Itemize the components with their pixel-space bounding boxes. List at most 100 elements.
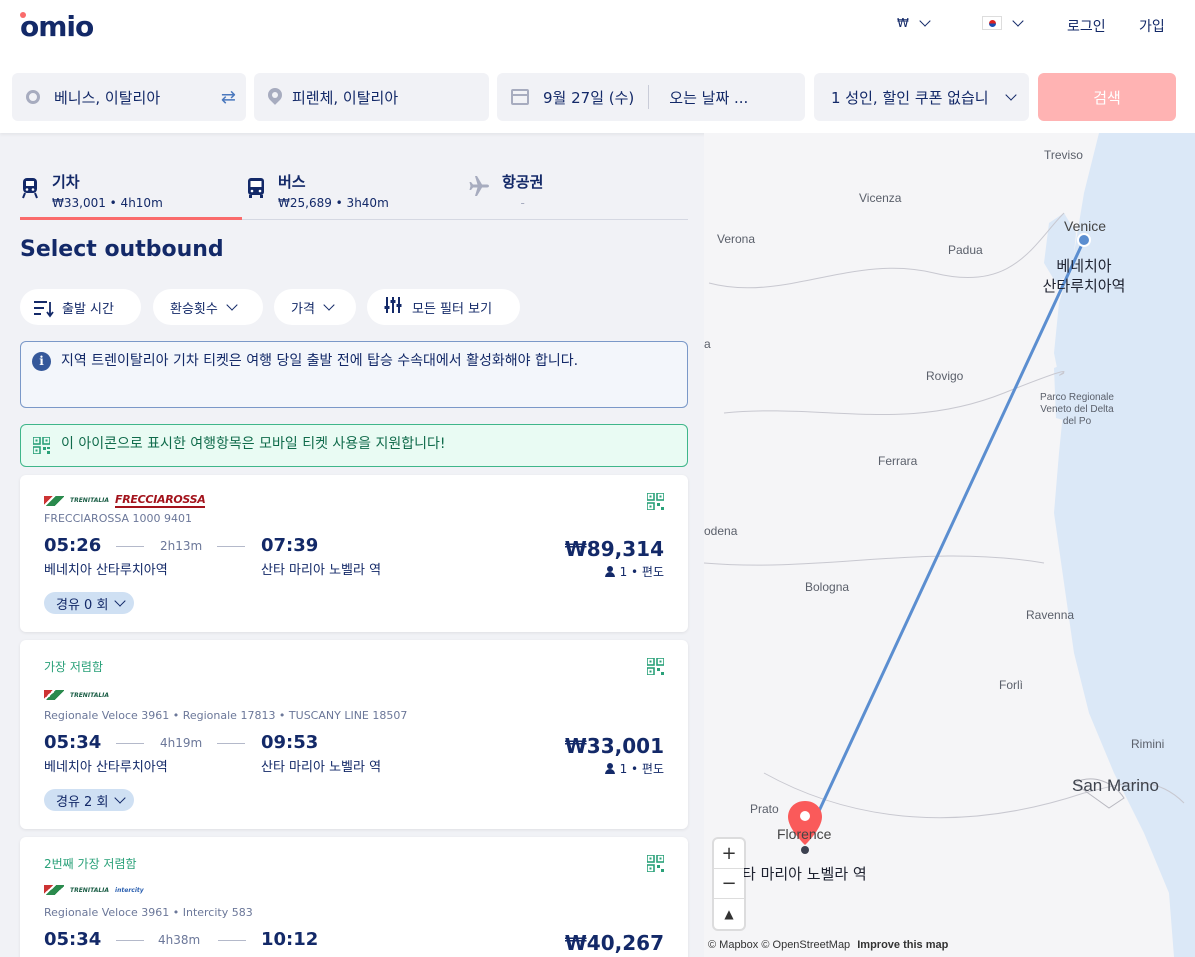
second-cheapest-tag: 2번째 가장 저렴함	[44, 857, 137, 871]
transfers-label: 환승횟수	[170, 301, 218, 317]
tab-train[interactable]: 기차 ₩33,001 • 4h10m	[20, 163, 242, 220]
departure-time-label: 출발 시간	[62, 301, 114, 317]
map-city-label: San Marino	[1072, 776, 1159, 795]
map-park-label: Parco Regionale Veneto del Delta del Po	[1040, 392, 1114, 427]
return-date[interactable]: 오는 날짜 ...	[669, 87, 748, 108]
currency-selector[interactable]: ₩	[897, 15, 931, 30]
stops-toggle[interactable]: 경유 0 회	[44, 592, 135, 614]
page-title: Select outbound	[20, 237, 224, 262]
origin-field[interactable]: 베니스, 이탈리아 ⇄	[12, 73, 246, 121]
signup-link[interactable]: 가입	[1139, 16, 1165, 36]
duration-line	[217, 743, 245, 744]
map-city-label: a	[704, 337, 711, 351]
tab-bus-summary: ₩25,689 • 3h40m	[278, 196, 389, 210]
chevron-down-icon	[1012, 15, 1024, 27]
chevron-down-icon	[114, 792, 127, 804]
duration: 4h38m	[158, 933, 201, 947]
train-name: Regionale Veloce 3961 • Regionale 17813 …	[44, 709, 408, 722]
all-filters-button[interactable]: 모든 필터 보기	[367, 289, 520, 325]
cheapest-tag: 가장 저렴함	[44, 660, 104, 674]
currency-label: ₩	[897, 16, 909, 30]
qr-code-icon	[647, 658, 664, 675]
qr-code-icon	[647, 493, 664, 510]
calendar-icon	[511, 89, 529, 105]
route-map[interactable]: Treviso Vicenza Venice Verona Padua a Ro…	[704, 133, 1195, 957]
stops-label: 경유 0 회	[56, 597, 109, 613]
trenitalia-logo: TRENITALIA	[44, 690, 109, 700]
tab-flight-label: 항공권	[502, 173, 544, 191]
train-name: Regionale Veloce 3961 • Intercity 583	[44, 906, 253, 919]
compass-icon: ▲	[724, 907, 734, 921]
map-city-label: Ferrara	[878, 454, 918, 468]
origin-station: 베네치아 산타루치아역	[44, 563, 168, 578]
transfers-filter[interactable]: 환승횟수	[153, 289, 263, 325]
improve-map-link[interactable]: Improve this map	[857, 939, 948, 951]
depart-time: 05:34	[44, 732, 102, 753]
map-attribution: © Mapbox © OpenStreetMap Improve this ma…	[708, 939, 948, 951]
map-zoom-controls: + − ▲	[714, 839, 744, 929]
osm-link[interactable]: © OpenStreetMap	[761, 939, 850, 951]
tab-flight-summary: -	[520, 196, 525, 210]
destination-field[interactable]: 피렌체, 이탈리아	[254, 73, 489, 121]
swap-icon[interactable]: ⇄	[221, 87, 236, 108]
compass-button[interactable]: ▲	[714, 899, 744, 929]
result-card[interactable]: 가장 저렴함 TRENITALIA Regionale Veloce 3961 …	[20, 640, 688, 829]
map-city-label: Rovigo	[926, 369, 964, 383]
search-button[interactable]: 검색	[1038, 73, 1176, 121]
arrive-time: 10:12	[261, 929, 319, 950]
map-city-label: Ravenna	[1026, 608, 1075, 622]
price-filter[interactable]: 가격	[274, 289, 356, 325]
zoom-out-button[interactable]: −	[714, 869, 744, 899]
plane-icon	[468, 175, 490, 202]
price: ₩33,001	[564, 734, 664, 758]
info-icon: i	[32, 352, 51, 371]
price: ₩89,314	[564, 537, 664, 561]
all-filters-label: 모든 필터 보기	[412, 301, 493, 317]
result-card[interactable]: TRENITALIA FRECCIAROSSA FRECCIAROSSA 100…	[20, 475, 688, 632]
duration: 4h19m	[160, 736, 203, 750]
map-city-label: Treviso	[1044, 148, 1083, 162]
sort-icon	[34, 300, 54, 318]
map-city-label: Forlì	[999, 678, 1023, 692]
trenitalia-intercity-logo: TRENITALIA intercity	[44, 885, 144, 895]
login-link[interactable]: 로그인	[1067, 16, 1106, 36]
sliders-icon	[384, 297, 402, 317]
route-line	[804, 239, 1086, 840]
origin-value: 베니스, 이탈리아	[54, 88, 161, 107]
date-field[interactable]: 9월 27일 (수) 오는 날짜 ...	[497, 73, 805, 121]
result-card[interactable]: 2번째 가장 저렴함 TRENITALIA intercity Regionale…	[20, 837, 688, 957]
qr-code-icon	[647, 855, 664, 872]
duration: 2h13m	[160, 539, 203, 553]
depart-time: 05:34	[44, 929, 102, 950]
person-icon	[604, 763, 615, 774]
destination-station: 산타 마리아 노벨라 역	[261, 563, 382, 578]
mobile-notice-text: 이 아이콘으로 표시한 여행항목은 모바일 티켓 사용을 지원합니다!	[61, 436, 446, 452]
map-city-label: Florence	[777, 826, 832, 842]
origin-station: 베네치아 산타루치아역	[44, 760, 168, 775]
chevron-down-icon	[323, 299, 335, 311]
results-panel: 기차 ₩33,001 • 4h10m 버스 ₩25,689 • 3h40m 항공…	[0, 133, 704, 957]
tab-train-label: 기차	[52, 173, 80, 191]
duration-line	[116, 743, 144, 744]
duration-line	[217, 546, 245, 547]
origin-station-label: 베네치아 산타루치아역	[1042, 257, 1126, 295]
tab-flight[interactable]: 항공권 -	[468, 163, 688, 219]
duration-line	[116, 940, 144, 941]
tab-bus[interactable]: 버스 ₩25,689 • 3h40m	[246, 163, 466, 219]
price-label: 가격	[291, 301, 315, 317]
zoom-in-button[interactable]: +	[714, 839, 744, 869]
destination-station-label: 타 마리아 노벨라 역	[742, 865, 867, 883]
departure-time-filter[interactable]: 출발 시간	[20, 289, 141, 325]
passenger-field[interactable]: 1 성인, 할인 쿠폰 없습니	[814, 73, 1029, 121]
depart-date[interactable]: 9월 27일 (수)	[543, 87, 634, 108]
language-selector[interactable]	[982, 15, 1024, 30]
mapbox-link[interactable]: © Mapbox	[708, 939, 758, 951]
mobile-ticket-notice: 이 아이콘으로 표시한 여행항목은 모바일 티켓 사용을 지원합니다!	[20, 424, 688, 467]
location-pin-icon	[268, 88, 282, 106]
info-notice-text: 지역 트렌이탈리아 기차 티켓은 여행 당일 출발 전에 탑승 수속대에서 활성…	[61, 353, 579, 369]
arrive-time: 09:53	[261, 732, 319, 753]
stops-toggle[interactable]: 경유 2 회	[44, 789, 135, 811]
omio-logo[interactable]: omio	[20, 10, 94, 43]
passenger-value: 1 성인, 할인 쿠폰 없습니	[831, 88, 989, 107]
map-city-label: Bologna	[805, 580, 850, 594]
